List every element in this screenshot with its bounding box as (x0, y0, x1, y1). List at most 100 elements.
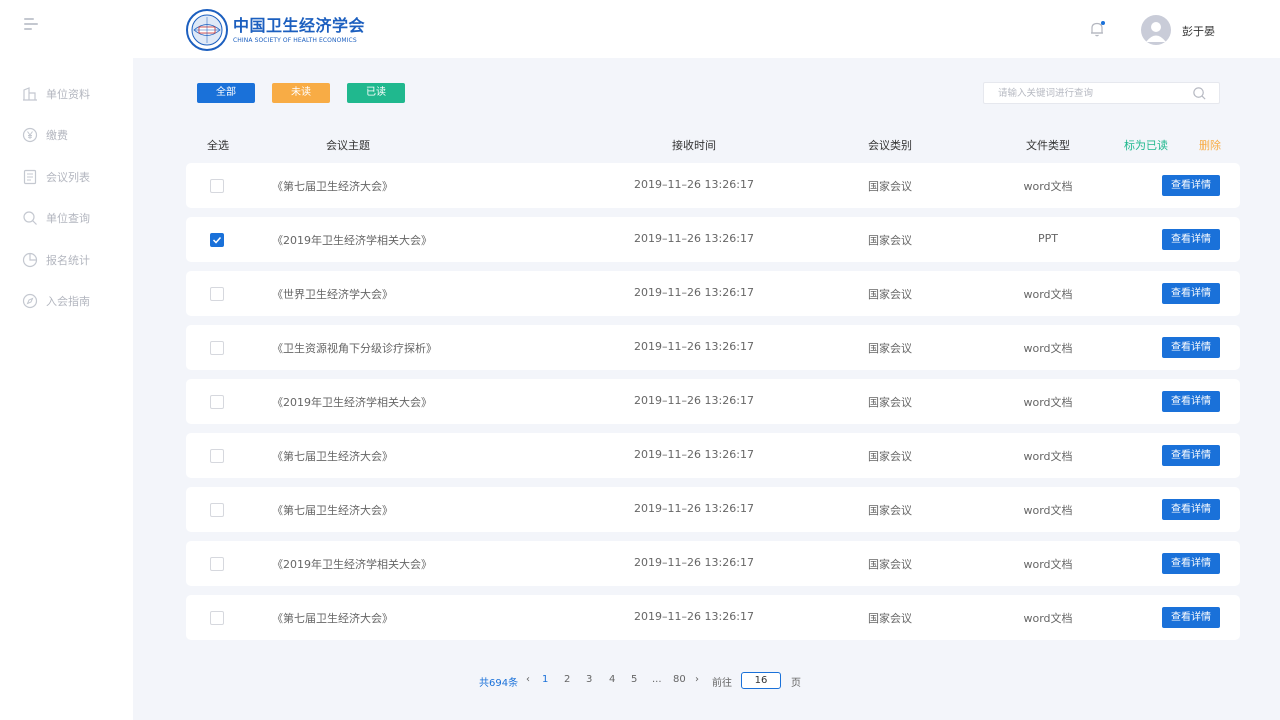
row-checkbox[interactable] (210, 233, 224, 247)
table-row: 《第七届卫生经济大会》 2019–11–26 13:26:17 国家会议 word文档… (186, 595, 1240, 640)
view-details-button[interactable]: 查看详情 (1162, 283, 1220, 304)
pagination-total: 共694条 (479, 678, 519, 689)
time-header: 接收时间 (672, 139, 716, 152)
row-file-type: word文档 (1023, 396, 1073, 409)
yen-icon (22, 127, 38, 143)
table-row: 《2019年卫生经济学相关大会》 2019–11–26 13:26:17 国家会议 w… (186, 541, 1240, 586)
sidebar-item-label: 单位资料 (46, 88, 90, 101)
sidebar-item-label: 报名统计 (46, 254, 90, 267)
select-all-header[interactable]: 全选 (207, 137, 229, 153)
document-icon (23, 169, 37, 185)
filter-read-button[interactable]: 已读 (347, 83, 405, 103)
row-receive-time: 2019–11–26 13:26:17 (634, 340, 754, 353)
row-category: 国家会议 (868, 396, 912, 409)
row-receive-time: 2019–11–26 13:26:17 (634, 286, 754, 299)
sidebar-item-payment[interactable]: 缴费 (22, 125, 68, 145)
page-2[interactable]: 2 (564, 674, 570, 685)
mark-read-button[interactable]: 标为已读 (1124, 137, 1168, 153)
view-details-button[interactable]: 查看详情 (1162, 175, 1220, 196)
view-details-button[interactable]: 查看详情 (1162, 391, 1220, 412)
row-file-type: word文档 (1023, 558, 1073, 571)
page-5[interactable]: 5 (631, 674, 637, 685)
row-receive-time: 2019–11–26 13:26:17 (634, 178, 754, 191)
sidebar-item-label: 入会指南 (46, 295, 90, 308)
row-checkbox[interactable] (210, 179, 224, 193)
row-receive-time: 2019–11–26 13:26:17 (634, 232, 754, 245)
username[interactable]: 彭于晏 (1182, 23, 1215, 39)
row-category: 国家会议 (868, 180, 912, 193)
page-80[interactable]: 80 (673, 674, 686, 685)
page-suffix: 页 (791, 678, 801, 689)
goto-label: 前往 (712, 678, 732, 689)
search-input[interactable] (984, 83, 1184, 103)
row-receive-time: 2019–11–26 13:26:17 (634, 394, 754, 407)
row-topic: 《第七届卫生经济大会》 (272, 612, 393, 625)
row-file-type: word文档 (1023, 612, 1073, 625)
row-receive-time: 2019–11–26 13:26:17 (634, 502, 754, 515)
prev-page-icon[interactable]: ‹ (526, 674, 530, 685)
row-checkbox[interactable] (210, 557, 224, 571)
search-icon (23, 211, 37, 225)
row-topic: 《卫生资源视角下分级诊疗探析》 (272, 342, 437, 355)
search-icon[interactable] (1192, 86, 1207, 101)
brand-name: 中国卫生经济学会 (233, 15, 366, 35)
sidebar-item-meeting-list[interactable]: 会议列表 (22, 167, 90, 187)
view-details-button[interactable]: 查看详情 (1162, 499, 1220, 520)
row-checkbox[interactable] (210, 503, 224, 517)
table-row: 《第七届卫生经济大会》 2019–11–26 13:26:17 国家会议 word文档… (186, 163, 1240, 208)
page-3[interactable]: 3 (586, 674, 592, 685)
brand-subtitle: CHINA SOCIETY OF HEALTH ECONOMICS (233, 36, 357, 44)
row-checkbox[interactable] (210, 341, 224, 355)
row-category: 国家会议 (868, 288, 912, 301)
sidebar-item-membership-guide[interactable]: 入会指南 (22, 291, 90, 311)
row-checkbox[interactable] (210, 287, 224, 301)
menu-toggle-icon[interactable] (24, 18, 38, 30)
row-checkbox[interactable] (210, 449, 224, 463)
row-category: 国家会议 (868, 504, 912, 517)
page-ellipsis[interactable]: ... (652, 674, 662, 685)
row-topic: 《第七届卫生经济大会》 (272, 504, 393, 517)
row-file-type: word文档 (1023, 288, 1073, 301)
filter-unread-button[interactable]: 未读 (272, 83, 330, 103)
bell-icon[interactable] (1088, 20, 1106, 38)
society-logo (186, 9, 228, 51)
row-checkbox[interactable] (210, 611, 224, 625)
next-page-icon[interactable]: › (695, 674, 699, 685)
row-category: 国家会议 (868, 612, 912, 625)
table-row: 《第七届卫生经济大会》 2019–11–26 13:26:17 国家会议 word文档… (186, 487, 1240, 532)
page-1[interactable]: 1 (542, 674, 548, 685)
table-row: 《卫生资源视角下分级诊疗探析》 2019–11–26 13:26:17 国家会议 wo… (186, 325, 1240, 370)
row-category: 国家会议 (868, 558, 912, 571)
row-receive-time: 2019–11–26 13:26:17 (634, 556, 754, 569)
row-topic: 《2019年卫生经济学相关大会》 (272, 396, 432, 409)
row-topic: 《2019年卫生经济学相关大会》 (272, 234, 432, 247)
row-topic: 《第七届卫生经济大会》 (272, 180, 393, 193)
delete-button[interactable]: 删除 (1199, 137, 1221, 153)
sidebar-item-unit-query[interactable]: 单位查询 (22, 208, 90, 228)
row-category: 国家会议 (868, 342, 912, 355)
row-file-type: word文档 (1023, 504, 1073, 517)
sidebar-item-registration-stats[interactable]: 报名统计 (22, 250, 90, 270)
topic-header: 会议主题 (326, 139, 370, 152)
row-category: 国家会议 (868, 450, 912, 463)
sidebar-item-unit-profile[interactable]: 单位资料 (22, 84, 90, 104)
view-details-button[interactable]: 查看详情 (1162, 445, 1220, 466)
row-topic: 《世界卫生经济学大会》 (272, 288, 393, 301)
sidebar: 单位资料 缴费 会议列表 单位查询 报名统计 入会指南 (0, 58, 133, 720)
filter-all-button[interactable]: 全部 (197, 83, 255, 103)
table-row: 《世界卫生经济学大会》 2019–11–26 13:26:17 国家会议 word文档… (186, 271, 1240, 316)
view-details-button[interactable]: 查看详情 (1162, 337, 1220, 358)
view-details-button[interactable]: 查看详情 (1162, 553, 1220, 574)
brand[interactable]: 中国卫生经济学会 CHINA SOCIETY OF HEALTH ECONOMI… (186, 9, 365, 51)
table-row: 《2019年卫生经济学相关大会》 2019–11–26 13:26:17 国家会议 P… (186, 217, 1240, 262)
notification-dot (1101, 21, 1105, 25)
page-4[interactable]: 4 (609, 674, 615, 685)
view-details-button[interactable]: 查看详情 (1162, 607, 1220, 628)
goto-page-input[interactable]: 16 (741, 672, 781, 689)
avatar[interactable] (1141, 15, 1171, 45)
row-checkbox[interactable] (210, 395, 224, 409)
row-topic: 《第七届卫生经济大会》 (272, 450, 393, 463)
sidebar-item-label: 缴费 (46, 129, 68, 142)
view-details-button[interactable]: 查看详情 (1162, 229, 1220, 250)
table-row: 《第七届卫生经济大会》 2019–11–26 13:26:17 国家会议 word文档… (186, 433, 1240, 478)
